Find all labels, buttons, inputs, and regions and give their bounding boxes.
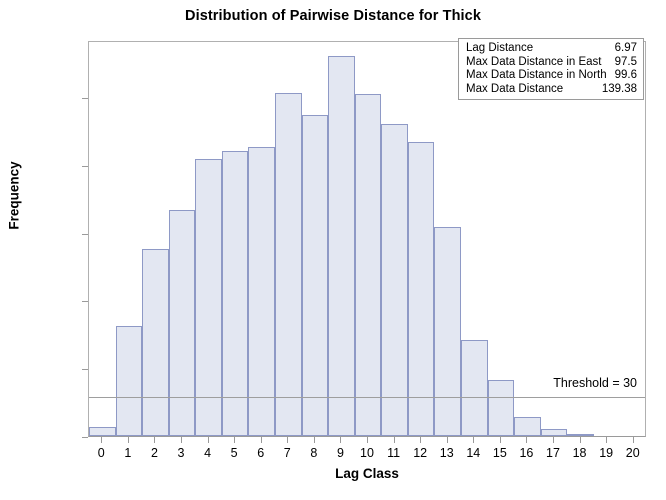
x-tick-label: 14: [466, 446, 481, 460]
histogram-bar: [434, 227, 461, 436]
x-tick-mark: [127, 437, 129, 443]
x-tick-label: 7: [283, 446, 291, 460]
x-tick-mark: [234, 437, 236, 443]
x-tick-mark: [446, 437, 448, 443]
y-axis-label: Frequency: [6, 161, 22, 230]
histogram-bar: [142, 248, 169, 436]
histogram-bar: [461, 339, 488, 436]
x-tick-label: 9: [336, 446, 344, 460]
x-tick-mark: [287, 437, 289, 443]
x-tick-mark: [340, 437, 342, 443]
histogram-bar: [407, 141, 435, 436]
x-tick-mark: [367, 437, 368, 443]
x-tick-label: 17: [546, 446, 560, 460]
x-tick-mark: [101, 437, 103, 443]
x-tick-mark: [420, 437, 422, 443]
threshold-label: Threshold = 30: [553, 376, 637, 391]
histogram-bar: [221, 151, 249, 436]
x-tick-label: 10: [360, 446, 374, 460]
histogram-bar: [381, 124, 408, 436]
x-tick-label: 20: [625, 446, 640, 460]
x-tick-label: 4: [204, 446, 212, 460]
y-tick-mark: [82, 437, 88, 438]
info-row-label: Max Data Distance: [466, 82, 564, 95]
plot-area: Threshold = 30: [88, 41, 646, 437]
x-tick-label: 15: [492, 446, 507, 460]
x-tick-label: 13: [439, 446, 454, 460]
info-row: Max Data Distance in North 99.6: [459, 69, 643, 83]
threshold-line: [89, 397, 645, 399]
info-box: Lag Distance 6.97 Max Data Distance in Eas…: [458, 38, 644, 101]
x-tick-label: 16: [519, 446, 534, 460]
x-tick-label: 12: [413, 446, 428, 460]
histogram-bar: [514, 417, 541, 436]
histogram-bar: [195, 159, 222, 436]
x-tick-mark: [181, 437, 182, 443]
histogram-bar: [328, 56, 355, 436]
info-row-value: 97.5: [614, 55, 637, 68]
x-tick-label: 1: [124, 446, 132, 460]
x-tick-mark: [260, 437, 262, 443]
x-tick-label: 19: [599, 446, 614, 460]
x-tick-label: 18: [572, 446, 587, 460]
x-tick-label: 8: [310, 446, 318, 460]
info-row: Max Data Distance in East 97.5: [459, 56, 643, 70]
x-tick-mark: [473, 437, 475, 443]
histogram-bar: [248, 147, 275, 436]
chart-title: Distribution of Pairwise Distance for Th…: [185, 8, 481, 24]
info-row-label: Max Data Distance in North: [466, 69, 607, 82]
x-tick-label: 5: [230, 446, 238, 460]
x-axis-label: Lag Class: [335, 466, 399, 481]
histogram-bar: [115, 326, 143, 436]
x-tick-mark: [606, 437, 608, 443]
histogram-bar: [567, 434, 594, 436]
histogram-bar: [540, 429, 568, 436]
histogram-bar: [354, 94, 382, 436]
x-tick-mark: [499, 437, 501, 443]
chart-container: Distribution of Pairwise Distance for Th…: [0, 0, 666, 500]
x-tick-mark: [207, 437, 209, 443]
x-tick-mark: [154, 437, 156, 443]
x-tick-mark: [313, 437, 315, 443]
histogram-bar: [487, 380, 515, 436]
histogram-bar: [168, 209, 196, 436]
info-row-label: Lag Distance: [466, 42, 534, 54]
info-row-value: 99.6: [614, 69, 637, 82]
x-tick-label: 2: [150, 446, 158, 460]
x-tick-mark: [526, 437, 528, 443]
x-tick-label: 3: [177, 446, 185, 460]
x-tick-label: 11: [387, 446, 401, 460]
histogram-bar: [89, 426, 116, 436]
info-row-value: 6.97: [614, 42, 637, 54]
info-row-value: 139.38: [601, 82, 637, 95]
x-tick-label: 0: [97, 446, 105, 460]
x-tick-mark: [632, 437, 634, 443]
info-row: Lag Distance 6.97: [459, 42, 643, 56]
histogram-bar: [301, 114, 329, 436]
x-tick-mark: [553, 437, 554, 443]
histogram-bar: [275, 92, 302, 436]
info-row-label: Max Data Distance in East: [466, 55, 602, 68]
x-tick-mark: [579, 437, 581, 443]
x-tick-label: 6: [257, 446, 265, 460]
x-tick-mark: [393, 437, 395, 443]
info-row: Max Data Distance 139.38: [459, 83, 643, 97]
